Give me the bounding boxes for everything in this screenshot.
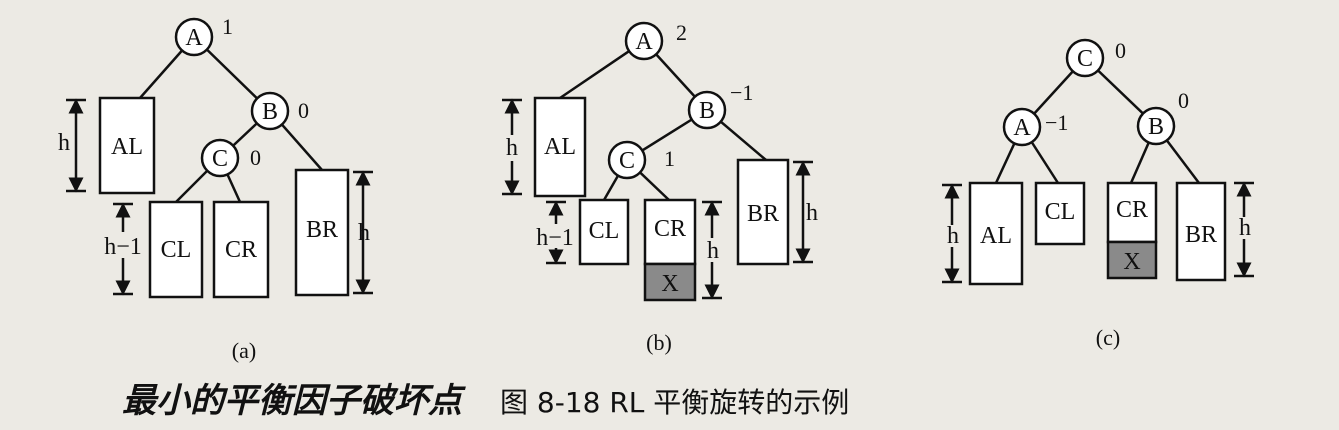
height-label-br: h bbox=[358, 220, 370, 246]
node-b-label: B bbox=[1148, 114, 1164, 140]
subtree-al-label: AL bbox=[544, 134, 576, 160]
node-c-label: C bbox=[1077, 46, 1093, 72]
subtree-cr-label: CR bbox=[225, 237, 257, 263]
height-label-cl: h−1 bbox=[104, 234, 142, 260]
height-label-cr: h bbox=[707, 238, 719, 264]
panel-a: AL CL CR BR A 1 B 0 C 0 h h−1 h (a) bbox=[58, 14, 373, 363]
figure-stage: AL CL CR BR A 1 B 0 C 0 h h−1 h (a) AL C… bbox=[0, 0, 1339, 425]
node-a-balance: 1 bbox=[222, 14, 233, 39]
height-label-al: h bbox=[58, 130, 70, 156]
node-a-label: A bbox=[635, 29, 653, 55]
height-label-br: h bbox=[806, 200, 818, 226]
subtree-cr-label: CR bbox=[654, 216, 686, 242]
height-label-al: h bbox=[506, 135, 518, 161]
subtree-cr-label: CR bbox=[1116, 197, 1148, 223]
caption-b: (b) bbox=[646, 330, 672, 355]
height-label-br: h bbox=[1239, 215, 1251, 241]
node-b-balance: −1 bbox=[730, 80, 753, 105]
node-b-label: B bbox=[699, 98, 715, 124]
node-c-label: C bbox=[619, 148, 635, 174]
node-c-label: C bbox=[212, 146, 228, 172]
subtree-br-label: BR bbox=[306, 217, 338, 243]
node-b-label: B bbox=[262, 99, 278, 125]
figure-title: 图 8-18 RL 平衡旋转的示例 bbox=[500, 386, 849, 419]
node-a-label: A bbox=[1013, 115, 1031, 141]
subtree-al-label: AL bbox=[980, 223, 1012, 249]
caption-a: (a) bbox=[232, 338, 256, 363]
node-a-label: A bbox=[185, 25, 203, 51]
node-b-balance: 0 bbox=[1178, 88, 1189, 113]
node-a-balance: −1 bbox=[1045, 110, 1068, 135]
node-b-balance: 0 bbox=[298, 98, 309, 123]
node-c-balance: 0 bbox=[1115, 38, 1126, 63]
panel-b: AL CL CR X BR A 2 B −1 C 1 h h−1 h h (b) bbox=[500, 20, 818, 355]
inserted-node-x-label: X bbox=[661, 271, 678, 297]
subtree-cl-label: CL bbox=[589, 218, 620, 244]
handwritten-note: 最小的平衡因子破坏点 bbox=[122, 381, 466, 421]
subtree-br-label: BR bbox=[1185, 222, 1217, 248]
caption-c: (c) bbox=[1096, 325, 1120, 350]
rl-rotation-figure: AL CL CR BR A 1 B 0 C 0 h h−1 h (a) AL C… bbox=[58, 14, 1254, 421]
subtree-cl-label: CL bbox=[1045, 199, 1076, 225]
node-a-balance: 2 bbox=[676, 20, 687, 45]
subtree-cl-label: CL bbox=[161, 237, 192, 263]
height-label-cl: h−1 bbox=[536, 225, 574, 251]
inserted-node-x-label: X bbox=[1123, 249, 1140, 275]
panel-c: AL CL CR X BR C 0 A −1 B 0 h h (c) bbox=[942, 38, 1254, 350]
node-c-balance: 1 bbox=[664, 146, 675, 171]
node-c-balance: 0 bbox=[250, 145, 261, 170]
height-label-al: h bbox=[947, 223, 959, 249]
subtree-al-label: AL bbox=[111, 134, 143, 160]
subtree-br-label: BR bbox=[747, 201, 779, 227]
